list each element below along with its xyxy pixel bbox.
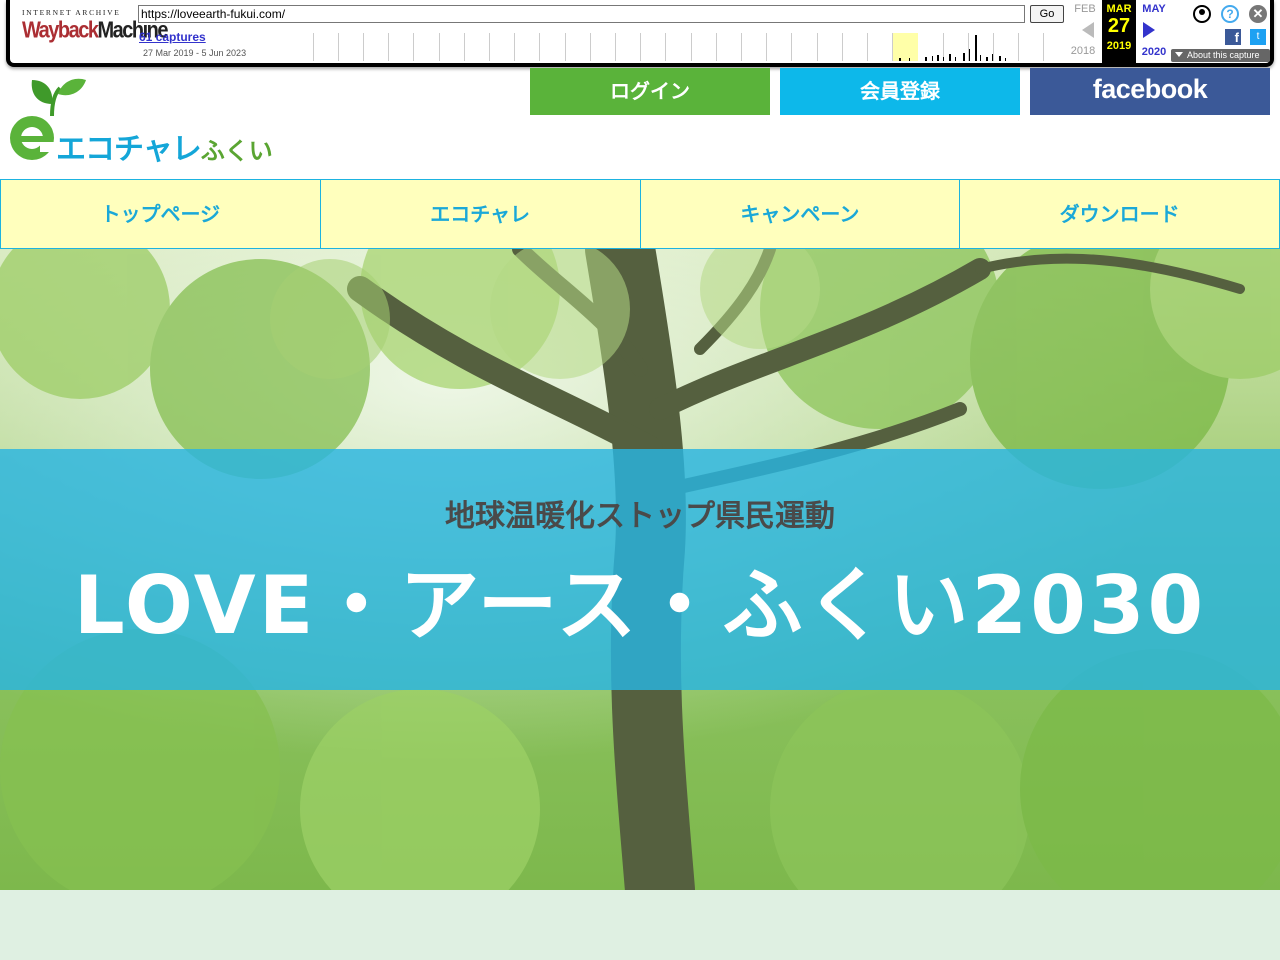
logo-wordmark[interactable]: エコチャレふくい <box>56 124 273 168</box>
about-capture-button[interactable]: About this capture <box>1171 49 1270 62</box>
e-letter-icon <box>10 116 56 160</box>
wayback-logo[interactable]: INTERNET ARCHIVE WaybackMachine <box>22 8 168 43</box>
user-icon[interactable] <box>1193 5 1211 23</box>
wayback-go-button[interactable]: Go <box>1030 5 1064 23</box>
wayback-toolbar: INTERNET ARCHIVE WaybackMachine https://… <box>6 0 1274 67</box>
internet-archive-label: INTERNET ARCHIVE <box>22 8 121 17</box>
help-icon[interactable]: ? <box>1221 5 1239 23</box>
wayback-prev-month[interactable]: FEB <box>1070 3 1100 15</box>
nav-item-download[interactable]: ダウンロード <box>959 180 1280 248</box>
current-month: MAR <box>1106 3 1132 15</box>
current-year: 2019 <box>1106 40 1132 52</box>
logo-text-small: ふくい <box>200 137 273 165</box>
wayback-next-year[interactable]: 2020 <box>1137 46 1171 58</box>
login-button[interactable]: ログイン <box>530 68 770 115</box>
wayback-next-month[interactable]: MAY <box>1137 3 1171 15</box>
hero-subtitle: 地球温暖化ストップ県民運動 <box>445 499 835 534</box>
wayback-url-input[interactable]: https://loveearth-fukui.com/ <box>138 5 1025 23</box>
nav-item-campaign[interactable]: キャンペーン <box>639 180 960 248</box>
twitter-icon[interactable]: t <box>1250 29 1266 45</box>
prev-arrow-icon[interactable] <box>1082 22 1094 38</box>
sprout-icon <box>31 78 86 117</box>
nav-item-eco-challenge[interactable]: エコチャレ <box>319 180 640 248</box>
wayback-machine-wordmark: WaybackMachine <box>22 18 168 44</box>
wayback-current-date: MAR 27 2019 <box>1102 0 1136 63</box>
logo-text-main: エコチャレ <box>56 132 202 167</box>
wayback-prev-year[interactable]: 2018 <box>1068 45 1098 57</box>
next-arrow-icon[interactable] <box>1143 22 1155 38</box>
hero-title: LOVE・アース・ふくい2030 <box>73 559 1207 652</box>
wayback-date-range: 27 Mar 2019 - 5 Jun 2023 <box>143 48 247 58</box>
about-capture-label: About this capture <box>1187 50 1260 60</box>
hero-section: 地球温暖化ストップ県民運動 LOVE・アース・ふくい2030 <box>0 249 1280 890</box>
wayback-capture-sparkline[interactable] <box>313 33 1069 61</box>
facebook-icon[interactable]: f <box>1225 29 1241 45</box>
chevron-down-icon <box>1175 52 1183 57</box>
nav-item-top-page[interactable]: トップページ <box>0 180 320 248</box>
content-area <box>0 890 1280 960</box>
wayback-captures-link[interactable]: 61 captures <box>139 30 206 44</box>
page: INTERNET ARCHIVE WaybackMachine https://… <box>0 0 1280 960</box>
facebook-button[interactable]: facebook <box>1030 68 1270 115</box>
main-nav: トップページ エコチャレ キャンペーン ダウンロード <box>0 179 1280 249</box>
hero-banner: 地球温暖化ストップ県民運動 LOVE・アース・ふくい2030 <box>0 449 1280 690</box>
current-day: 27 <box>1107 15 1131 37</box>
register-button[interactable]: 会員登録 <box>780 68 1020 115</box>
close-icon[interactable]: ✕ <box>1249 5 1267 23</box>
